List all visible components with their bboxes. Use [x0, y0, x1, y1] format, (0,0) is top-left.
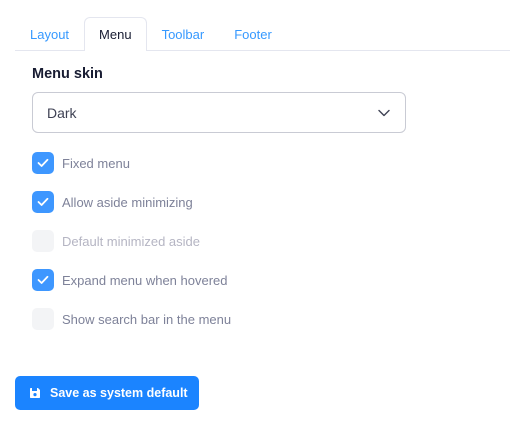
allow-aside-minimizing-label: Allow aside minimizing — [62, 194, 193, 210]
default-minimized-aside-label: Default minimized aside — [62, 233, 201, 249]
allow-aside-minimizing-checkbox[interactable] — [32, 191, 54, 213]
expand-menu-when-hovered-checkbox[interactable] — [32, 269, 54, 291]
check-icon — [37, 275, 49, 284]
option-allow-aside-minimizing[interactable]: Allow aside minimizing — [32, 191, 193, 213]
show-search-bar-label: Show search bar in the menu — [62, 311, 232, 327]
menu-skin-selected-value: Dark — [47, 104, 77, 121]
option-default-minimized-aside: Default minimized aside — [32, 230, 200, 252]
expand-menu-when-hovered-label: Expand menu when hovered — [62, 272, 228, 288]
option-fixed-menu[interactable]: Fixed menu — [32, 152, 130, 174]
check-icon — [37, 158, 49, 167]
tab-footer[interactable]: Footer — [219, 17, 287, 51]
chevron-down-icon — [377, 106, 391, 120]
option-expand-menu-when-hovered[interactable]: Expand menu when hovered — [32, 269, 228, 291]
menu-skin-title: Menu skin — [32, 66, 103, 82]
settings-panel: Layout Menu Toolbar Footer Menu skin Dar… — [0, 0, 510, 431]
tab-layout[interactable]: Layout — [15, 17, 84, 51]
default-minimized-aside-checkbox — [32, 230, 54, 252]
tab-toolbar[interactable]: Toolbar — [147, 17, 220, 51]
menu-skin-select[interactable]: Dark — [32, 92, 406, 133]
fixed-menu-label: Fixed menu — [62, 155, 130, 171]
tab-bar: Layout Menu Toolbar Footer — [15, 17, 510, 51]
fixed-menu-checkbox[interactable] — [32, 152, 54, 174]
save-icon — [29, 387, 41, 399]
save-as-system-default-button[interactable]: Save as system default — [15, 376, 199, 410]
save-button-label: Save as system default — [50, 386, 188, 400]
tab-menu[interactable]: Menu — [84, 17, 147, 51]
show-search-bar-checkbox[interactable] — [32, 308, 54, 330]
option-show-search-bar[interactable]: Show search bar in the menu — [32, 308, 231, 330]
check-icon — [37, 197, 49, 206]
